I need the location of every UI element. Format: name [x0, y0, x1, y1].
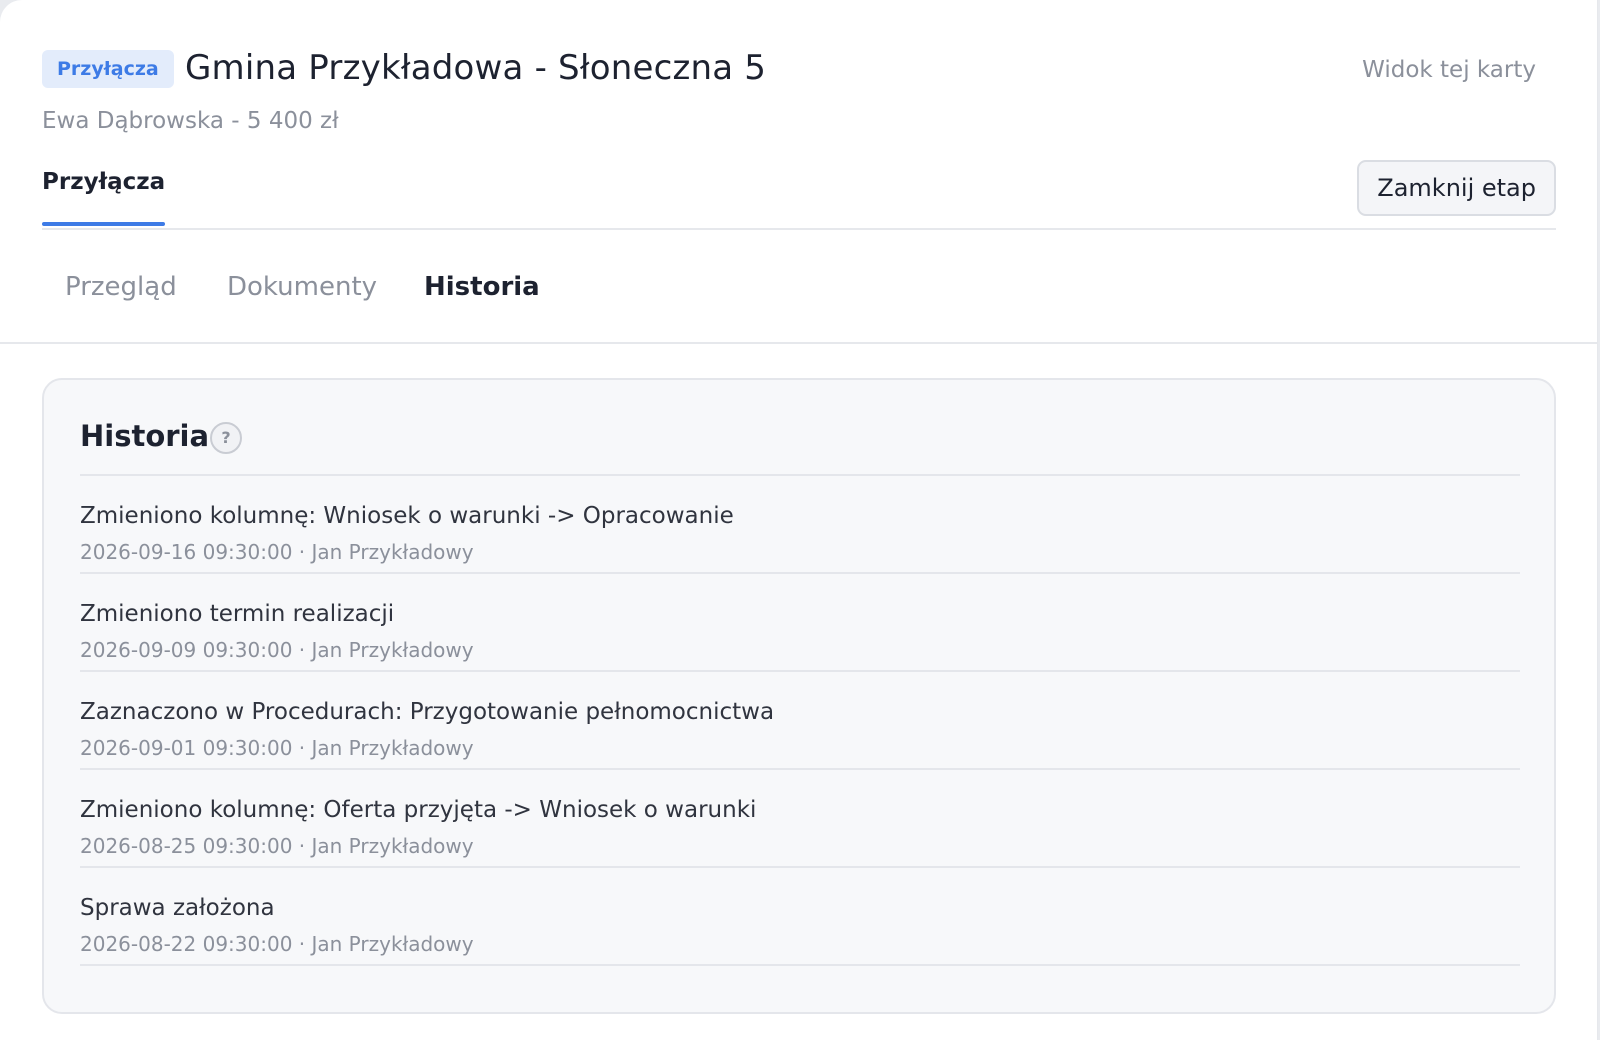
type-badge: Przyłącza [42, 50, 174, 88]
history-entry-meta: 2026-09-16 09:30:00 · Jan Przykładowy [80, 540, 474, 564]
history-entry: Zmieniono termin realizacji 2026-09-09 0… [80, 574, 1520, 672]
history-entry-text: Zmieniono termin realizacji [80, 601, 395, 627]
tab-przeglad[interactable]: Przegląd [65, 262, 177, 312]
history-entry-meta: 2026-08-22 09:30:00 · Jan Przykładowy [80, 932, 474, 956]
close-stage-button[interactable]: Zamknij etap [1357, 160, 1556, 216]
tab-dokumenty[interactable]: Dokumenty [227, 262, 377, 312]
history-entry: Zmieniono kolumnę: Wniosek o warunki -> … [80, 476, 1520, 574]
history-entry-meta: 2026-08-25 09:30:00 · Jan Przykładowy [80, 834, 474, 858]
stage-tabs: Przyłącza Zamknij etap [42, 160, 1556, 230]
section-tabs: Przegląd Dokumenty Historia [0, 262, 1597, 344]
history-entry-text: Zmieniono kolumnę: Wniosek o warunki -> … [80, 503, 734, 529]
history-entry: Zaznaczono w Procedurach: Przygotowanie … [80, 672, 1520, 770]
active-tab-indicator [42, 222, 166, 226]
history-card-header: Historia ? [80, 410, 1520, 476]
history-entry-meta: 2026-09-09 09:30:00 · Jan Przykładowy [80, 638, 474, 662]
history-entry-meta: 2026-09-01 09:30:00 · Jan Przykładowy [80, 736, 474, 760]
history-entry: Zmieniono kolumnę: Oferta przyjęta -> Wn… [80, 770, 1520, 868]
card-view-link[interactable]: Widok tej karty [1362, 54, 1536, 86]
history-entry-text: Zmieniono kolumnę: Oferta przyjęta -> Wn… [80, 797, 757, 823]
help-icon[interactable]: ? [210, 422, 242, 454]
page-title: Gmina Przykładowa - Słoneczna 5 [185, 48, 767, 88]
card-subtitle: Ewa Dąbrowska - 5 400 zł [42, 108, 339, 134]
card-detail-panel: Przyłącza Gmina Przykładowa - Słoneczna … [0, 0, 1598, 1040]
history-card: Historia ? Zmieniono kolumnę: Wniosek o … [42, 378, 1556, 1014]
history-entry-text: Sprawa założona [80, 895, 275, 921]
stage-tab-label: Przyłącza [42, 169, 166, 195]
history-list: Zmieniono kolumnę: Wniosek o warunki -> … [80, 476, 1520, 966]
history-entry: Sprawa założona 2026-08-22 09:30:00 · Ja… [80, 868, 1520, 966]
tab-historia[interactable]: Historia [424, 262, 540, 312]
stage-tab-przylacza[interactable]: Przyłącza [42, 160, 166, 226]
history-title: Historia [80, 419, 210, 453]
history-entry-text: Zaznaczono w Procedurach: Przygotowanie … [80, 699, 775, 725]
card-header: Przyłącza Gmina Przykładowa - Słoneczna … [42, 48, 1556, 96]
